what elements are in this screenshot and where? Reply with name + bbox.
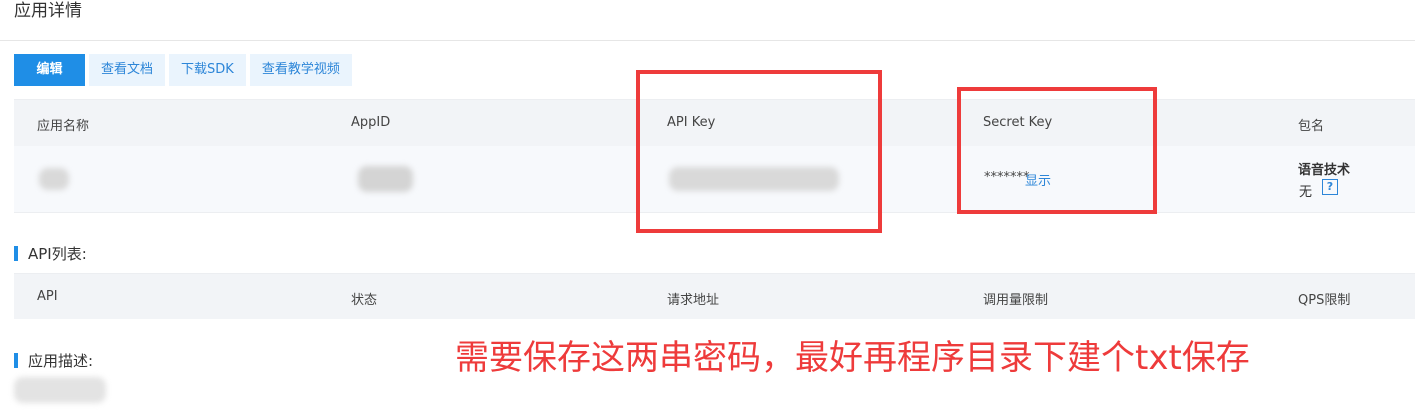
- secret-key-highlight-box: [957, 87, 1157, 214]
- package-name-label: 语音技术: [1298, 163, 1351, 178]
- toolbar: 编辑 查看文档 下载SDK 查看教学视频: [14, 54, 352, 86]
- header-appid: AppID: [351, 115, 391, 130]
- api-list-title: API列表:: [14, 245, 87, 263]
- package-name-value: 无: [1299, 185, 1313, 200]
- edit-button[interactable]: 编辑: [14, 54, 85, 86]
- view-docs-button[interactable]: 查看文档: [89, 54, 166, 86]
- section-accent-bar: [14, 353, 18, 368]
- header-call-limit: 调用量限制: [983, 293, 1049, 308]
- page-title: 应用详情: [14, 1, 82, 21]
- view-tutorial-video-button[interactable]: 查看教学视频: [249, 54, 352, 86]
- header-package-name: 包名: [1298, 119, 1325, 134]
- annotation-text: 需要保存这两串密码，最好再程序目录下建个txt保存: [455, 338, 1250, 378]
- app-description-title: 应用描述:: [14, 352, 93, 370]
- redacted-app-name: [39, 168, 69, 190]
- header-api: API: [37, 289, 58, 304]
- app-description-title-text: 应用描述:: [28, 352, 94, 370]
- download-sdk-button[interactable]: 下载SDK: [169, 54, 246, 86]
- api-key-highlight-box: [636, 70, 882, 233]
- help-icon[interactable]: ?: [1322, 179, 1338, 195]
- header-request-url: 请求地址: [667, 293, 720, 308]
- redacted-app-description: [14, 377, 106, 403]
- api-list-title-text: API列表:: [28, 245, 87, 263]
- header-app-name: 应用名称: [37, 119, 90, 134]
- header-qps-limit: QPS限制: [1298, 293, 1351, 308]
- section-accent-bar: [14, 246, 18, 261]
- redacted-appid: [358, 166, 413, 192]
- api-list-table-header: API 状态 请求地址 调用量限制 QPS限制: [14, 273, 1415, 319]
- header-status: 状态: [351, 293, 378, 308]
- title-divider: [0, 40, 1415, 41]
